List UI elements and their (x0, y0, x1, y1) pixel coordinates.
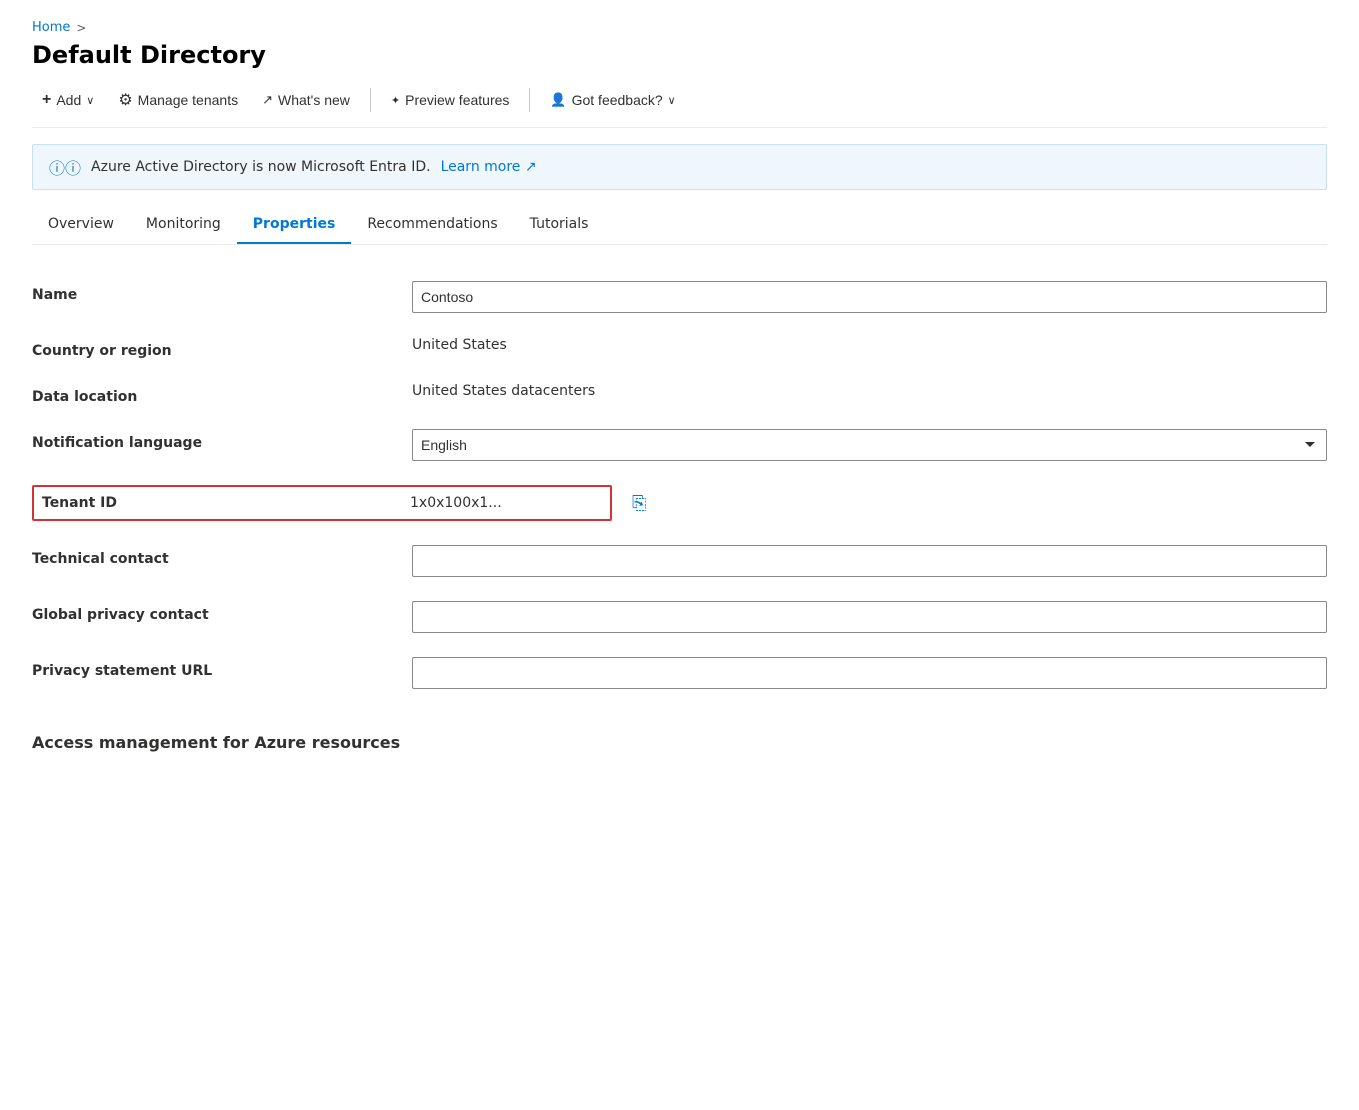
learn-more-link[interactable]: Learn more ↗ (441, 159, 537, 175)
privacy-url-input[interactable] (412, 657, 1327, 689)
whats-new-button[interactable]: What's new (252, 86, 360, 114)
tab-monitoring[interactable]: Monitoring (130, 206, 237, 244)
copy-tenant-id-icon[interactable]: ⎘ (628, 489, 650, 518)
tenant-id-highlight-box: Tenant ID 1x0x100x1... (32, 485, 612, 521)
feedback-chevron-icon (668, 91, 676, 109)
tab-properties[interactable]: Properties (237, 206, 352, 244)
name-input[interactable] (412, 281, 1327, 313)
breadcrumb-separator: > (76, 21, 86, 35)
technical-contact-value-container (412, 545, 1327, 577)
manage-tenants-label: Manage tenants (138, 92, 238, 108)
notification-language-row: Notification language English French Ger… (32, 417, 1327, 473)
country-value-container: United States (412, 337, 1327, 353)
global-privacy-row: Global privacy contact (32, 589, 1327, 645)
global-privacy-input[interactable] (412, 601, 1327, 633)
data-location-value: United States datacenters (412, 383, 595, 399)
whats-new-icon (262, 91, 273, 109)
got-feedback-label: Got feedback? (572, 92, 663, 108)
feedback-icon (550, 91, 566, 109)
notification-language-label: Notification language (32, 429, 412, 451)
preview-features-button[interactable]: Preview features (381, 86, 520, 114)
add-button[interactable]: Add (32, 86, 104, 114)
country-label: Country or region (32, 337, 412, 359)
gear-icon (118, 90, 132, 110)
page-title: Default Directory (32, 41, 1327, 69)
privacy-url-value-container (412, 657, 1327, 689)
preview-features-icon (391, 91, 400, 109)
privacy-url-label: Privacy statement URL (32, 657, 412, 679)
country-value: United States (412, 337, 507, 353)
got-feedback-button[interactable]: Got feedback? (540, 86, 685, 114)
info-banner: ⓘ Azure Active Directory is now Microsof… (32, 144, 1327, 190)
technical-contact-label: Technical contact (32, 545, 412, 567)
data-location-label: Data location (32, 383, 412, 405)
tenant-id-row: Tenant ID 1x0x100x1... ⎘ (32, 473, 1327, 533)
info-banner-text: Azure Active Directory is now Microsoft … (91, 159, 431, 175)
country-row: Country or region United States (32, 325, 1327, 371)
data-location-row: Data location United States datacenters (32, 371, 1327, 417)
technical-contact-input[interactable] (412, 545, 1327, 577)
name-row: Name (32, 269, 1327, 325)
manage-tenants-button[interactable]: Manage tenants (108, 85, 248, 115)
tab-recommendations[interactable]: Recommendations (351, 206, 513, 244)
technical-contact-row: Technical contact (32, 533, 1327, 589)
privacy-url-row: Privacy statement URL (32, 645, 1327, 701)
tenant-id-value: 1x0x100x1... (402, 491, 602, 515)
tenant-id-label: Tenant ID (42, 491, 402, 515)
whats-new-label: What's new (278, 92, 350, 108)
external-link-icon: ↗ (525, 159, 537, 175)
properties-form: Name Country or region United States Dat… (32, 269, 1327, 701)
access-management-heading: Access management for Azure resources (32, 721, 1327, 752)
tab-overview[interactable]: Overview (32, 206, 130, 244)
toolbar-separator-1 (370, 88, 371, 112)
tab-tutorials[interactable]: Tutorials (514, 206, 605, 244)
name-label: Name (32, 281, 412, 303)
notification-language-select[interactable]: English French German Spanish Japanese (412, 429, 1327, 461)
toolbar-separator-2 (529, 88, 530, 112)
name-value-container (412, 281, 1327, 313)
notification-language-value-container: English French German Spanish Japanese (412, 429, 1327, 461)
breadcrumb: Home > (32, 20, 1327, 35)
add-chevron-icon (86, 91, 94, 109)
add-label: Add (56, 92, 81, 108)
global-privacy-value-container (412, 601, 1327, 633)
tabs-nav: Overview Monitoring Properties Recommend… (32, 206, 1327, 245)
toolbar: Add Manage tenants What's new Preview fe… (32, 85, 1327, 128)
data-location-value-container: United States datacenters (412, 383, 1327, 399)
preview-features-label: Preview features (405, 92, 509, 108)
global-privacy-label: Global privacy contact (32, 601, 412, 623)
info-icon: ⓘ (49, 155, 81, 179)
add-icon (42, 91, 51, 109)
breadcrumb-home-link[interactable]: Home (32, 20, 70, 35)
